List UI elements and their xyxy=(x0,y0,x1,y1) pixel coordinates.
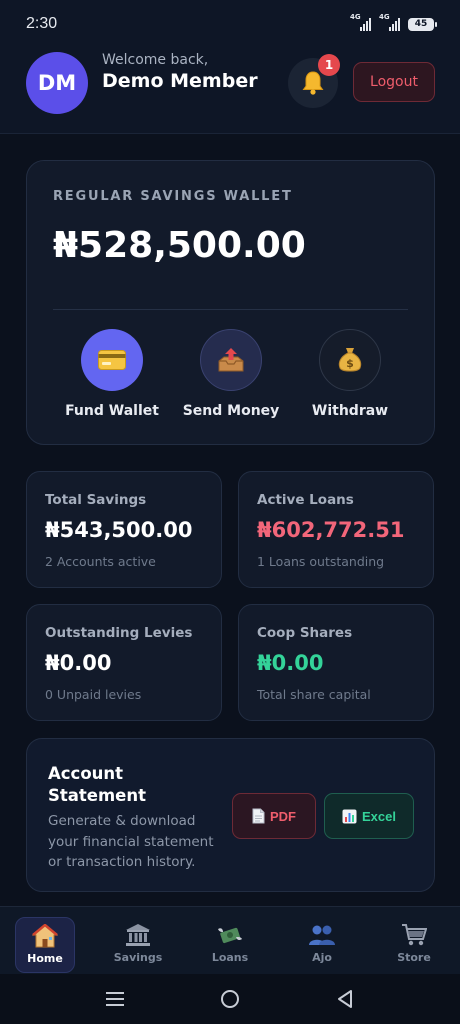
nav-label: Loans xyxy=(211,951,249,964)
welcome-text: Welcome back, xyxy=(102,52,209,68)
circle-icon xyxy=(221,990,239,1008)
wallet-label: REGULAR SAVINGS WALLET xyxy=(53,189,293,204)
active-loans-card[interactable]: Active Loans ₦602,772.51 1 Loans outstan… xyxy=(238,471,434,588)
signal-icon: 4G xyxy=(350,13,371,31)
nav-item-store[interactable]: Store xyxy=(384,917,444,973)
fund-wallet-button[interactable]: Fund Wallet xyxy=(52,329,172,419)
status-time: 2:30 xyxy=(26,15,58,32)
stat-value: ₦543,500.00 xyxy=(45,518,193,542)
nav-item-savings[interactable]: Savings xyxy=(108,917,168,973)
nav-item-home[interactable]: Home xyxy=(15,917,75,973)
status-icons: 4G 4G 45 xyxy=(350,13,437,31)
member-name: Demo Member xyxy=(102,70,258,92)
bottom-nav: Home Savings Loans Ajo Store xyxy=(0,906,460,974)
stat-value: ₦0.00 xyxy=(257,651,324,675)
outstanding-levies-card[interactable]: Outstanding Levies ₦0.00 0 Unpaid levies xyxy=(26,604,222,721)
battery-icon: 45 xyxy=(408,17,437,31)
app-header: DM Welcome back, Demo Member 1 Logout xyxy=(0,48,460,134)
statement-description: Generate & download your financial state… xyxy=(48,813,214,870)
signal-icon: 4G xyxy=(379,13,400,31)
nav-item-ajo[interactable]: Ajo xyxy=(292,917,352,973)
bank-icon xyxy=(126,924,150,946)
status-bar: 2:30 4G 4G 45 xyxy=(0,0,460,48)
users-icon xyxy=(309,925,335,945)
document-icon xyxy=(252,808,265,824)
send-money-label: Send Money xyxy=(182,403,280,419)
excel-button[interactable]: Excel xyxy=(324,793,414,839)
statement-title: Account Statement xyxy=(48,764,147,805)
nav-label: Savings xyxy=(113,951,163,964)
money-bag-icon: $ xyxy=(338,348,362,372)
fund-wallet-label: Fund Wallet xyxy=(65,403,159,419)
pdf-label: PDF xyxy=(270,808,296,824)
stat-title: Active Loans xyxy=(257,492,354,508)
money-wings-icon xyxy=(218,927,242,944)
nav-label: Store xyxy=(397,951,431,964)
recent-apps-button[interactable] xyxy=(103,987,127,1011)
bar-chart-icon xyxy=(342,809,357,823)
outbox-tray-icon xyxy=(218,348,244,372)
total-savings-card[interactable]: Total Savings ₦543,500.00 2 Accounts act… xyxy=(26,471,222,588)
stat-title: Total Savings xyxy=(45,492,147,508)
coop-shares-card[interactable]: Coop Shares ₦0.00 Total share capital xyxy=(238,604,434,721)
withdraw-button[interactable]: $ Withdraw xyxy=(290,329,410,419)
divider xyxy=(53,309,408,310)
wallet-balance: ₦528,500.00 xyxy=(53,225,306,266)
system-nav-bar xyxy=(0,974,460,1024)
bell-icon xyxy=(302,71,324,95)
back-triangle-icon xyxy=(338,990,352,1008)
house-icon xyxy=(32,924,58,948)
send-money-circle[interactable] xyxy=(200,329,262,391)
pdf-button[interactable]: PDF xyxy=(232,793,316,839)
wallet-card: REGULAR SAVINGS WALLET ₦528,500.00 Fund … xyxy=(26,160,435,445)
stat-value: ₦0.00 xyxy=(45,651,112,675)
avatar[interactable]: DM xyxy=(26,52,88,114)
excel-label: Excel xyxy=(362,808,396,824)
stat-title: Coop Shares xyxy=(257,625,353,641)
send-money-button[interactable]: Send Money xyxy=(171,329,291,419)
stat-subtitle: 1 Loans outstanding xyxy=(257,554,385,569)
stat-subtitle: 0 Unpaid levies xyxy=(45,687,142,702)
menu-icon xyxy=(106,992,124,1006)
stat-value: ₦602,772.51 xyxy=(257,518,405,542)
back-button[interactable] xyxy=(333,987,357,1011)
fund-wallet-circle[interactable] xyxy=(81,329,143,391)
svg-text:$: $ xyxy=(346,357,354,370)
home-system-button[interactable] xyxy=(218,987,242,1011)
credit-card-icon xyxy=(98,350,126,370)
notification-badge: 1 xyxy=(318,54,340,76)
nav-label: Ajo xyxy=(312,951,332,964)
logout-button[interactable]: Logout xyxy=(353,62,435,102)
nav-label: Home xyxy=(27,952,63,965)
shopping-cart-icon xyxy=(402,924,427,946)
withdraw-label: Withdraw xyxy=(311,403,389,419)
account-statement-card: Account Statement Generate & download yo… xyxy=(26,738,435,892)
stat-subtitle: 2 Accounts active xyxy=(45,554,156,569)
stat-title: Outstanding Levies xyxy=(45,625,193,641)
stat-subtitle: Total share capital xyxy=(257,687,371,702)
withdraw-circle[interactable]: $ xyxy=(319,329,381,391)
nav-item-loans[interactable]: Loans xyxy=(200,917,260,973)
notifications-button[interactable]: 1 xyxy=(288,54,340,108)
